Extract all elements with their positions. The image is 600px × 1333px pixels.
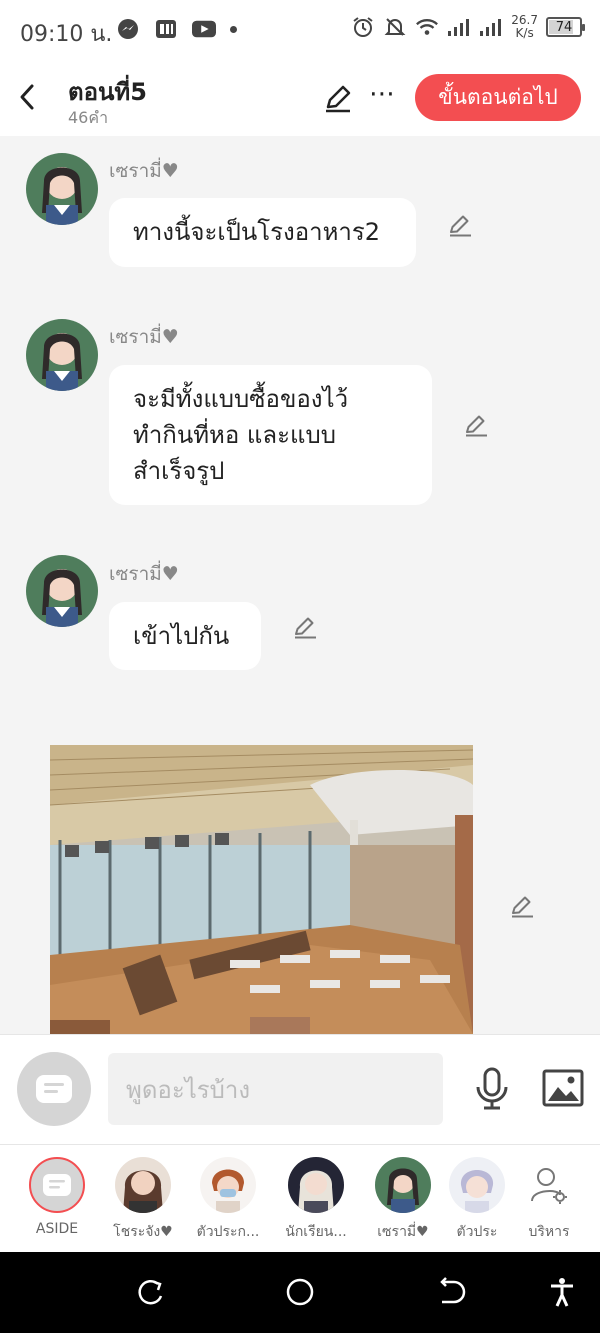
avatar[interactable]: [26, 555, 98, 627]
notification-icons: [116, 18, 237, 40]
home-icon[interactable]: [284, 1276, 316, 1308]
edit-message-icon[interactable]: [509, 893, 535, 919]
message-bubble[interactable]: จะมีทั้งแบบซื้อของไว้ ทำกินที่หอ และแบบ …: [109, 365, 432, 505]
character-item[interactable]: โชระจัง♥: [103, 1157, 183, 1243]
composer: พูดอะไรบ้าง: [0, 1034, 600, 1144]
system-navigation-bar: [0, 1252, 600, 1333]
dot-icon: [230, 25, 237, 33]
character-name: เซรามี่♥: [377, 1224, 429, 1240]
youtube-icon: [192, 18, 216, 40]
character-name: โชระจัง♥: [113, 1224, 173, 1240]
message-line: สำเร็จรูป: [133, 457, 225, 485]
character-bar: ASIDE โชระจัง♥ ตัวประก... นักเรียน... เซ…: [0, 1144, 600, 1252]
character-avatar: [115, 1157, 171, 1213]
avatar[interactable]: [26, 319, 98, 391]
character-avatar: [288, 1157, 344, 1213]
speed-unit: K/s: [515, 26, 534, 40]
message-line: จะมีทั้งแบบซื้อของไว้: [133, 385, 349, 413]
character-name: ตัวประ: [456, 1224, 498, 1240]
edit-message-icon[interactable]: [292, 614, 318, 640]
app-icon: [154, 18, 178, 40]
character-name: ASIDE: [35, 1221, 79, 1237]
aside-avatar: [29, 1157, 85, 1213]
alarm-icon: [351, 16, 375, 38]
messenger-icon: [116, 18, 140, 40]
aside-toggle-button[interactable]: [17, 1052, 91, 1126]
message-input-placeholder: พูดอะไรบ้าง: [126, 1075, 251, 1104]
accessibility-icon[interactable]: [546, 1276, 578, 1308]
chat-area[interactable]: เซรามี่♥ ทางนี้จะเป็นโรงอาหาร2 เซรามี่♥ …: [0, 136, 600, 1034]
more-options-icon[interactable]: ⋯: [368, 81, 396, 114]
edit-message-icon[interactable]: [463, 412, 489, 438]
character-item[interactable]: นักเรียน...: [276, 1157, 356, 1243]
character-aside[interactable]: ASIDE: [17, 1157, 97, 1237]
character-avatar: [375, 1157, 431, 1213]
system-icons: 26.7 K/s 74: [351, 14, 585, 40]
sender-name: เซรามี่♥: [109, 160, 179, 182]
character-item[interactable]: ตัวประ: [437, 1157, 517, 1243]
character-name: นักเรียน...: [285, 1224, 347, 1240]
battery-level: 74: [555, 19, 573, 35]
back-nav-icon[interactable]: [434, 1276, 466, 1308]
character-avatar: [449, 1157, 505, 1213]
signal-icon: [447, 16, 471, 38]
battery-icon: 74: [546, 17, 585, 37]
header: ตอนที่5 46คำ ⋯ ขั้นตอนต่อไป: [0, 62, 600, 136]
signal-icon: [479, 16, 503, 38]
edit-title-icon[interactable]: [322, 82, 354, 114]
character-name: ตัวประก...: [196, 1224, 260, 1240]
back-arrow-icon[interactable]: [14, 80, 42, 114]
chat-bubble-icon: [43, 1174, 71, 1196]
edit-message-icon[interactable]: [447, 212, 473, 238]
speed-value: 26.7: [511, 13, 538, 27]
message-bubble[interactable]: ทางนี้จะเป็นโรงอาหาร2: [109, 198, 416, 267]
message-bubble[interactable]: เข้าไปกัน: [109, 602, 261, 670]
status-time: 09:10 น.: [20, 22, 113, 47]
character-item[interactable]: ตัวประก...: [188, 1157, 268, 1243]
message-line: ทางนี้จะเป็นโรงอาหาร2: [133, 218, 381, 246]
image-upload-icon[interactable]: [542, 1069, 584, 1107]
message-line: เข้าไปกัน: [133, 622, 230, 650]
microphone-icon[interactable]: [474, 1067, 510, 1111]
message-line: ทำกินที่หอ และแบบ: [133, 421, 336, 449]
wifi-icon: [415, 16, 439, 38]
word-count: 46คำ: [68, 108, 109, 127]
sender-name: เซรามี่♥: [109, 563, 179, 585]
message-input[interactable]: พูดอะไรบ้าง: [108, 1053, 443, 1125]
avatar[interactable]: [26, 153, 98, 225]
recent-apps-icon[interactable]: [134, 1276, 166, 1308]
chat-bubble-icon: [36, 1075, 72, 1103]
network-speed: 26.7 K/s: [511, 14, 538, 40]
next-step-button[interactable]: ขั้นตอนต่อไป: [415, 74, 581, 121]
manage-characters[interactable]: บริหาร: [509, 1157, 589, 1243]
user-settings-icon: [521, 1157, 577, 1213]
character-avatar: [200, 1157, 256, 1213]
character-name: บริหาร: [528, 1224, 570, 1240]
cafeteria-image[interactable]: [50, 745, 473, 1034]
sender-name: เซรามี่♥: [109, 326, 179, 348]
mute-icon: [383, 16, 407, 38]
character-item[interactable]: เซรามี่♥: [363, 1157, 443, 1243]
status-bar: 09:10 น. 26.7 K/s 74: [0, 0, 600, 62]
